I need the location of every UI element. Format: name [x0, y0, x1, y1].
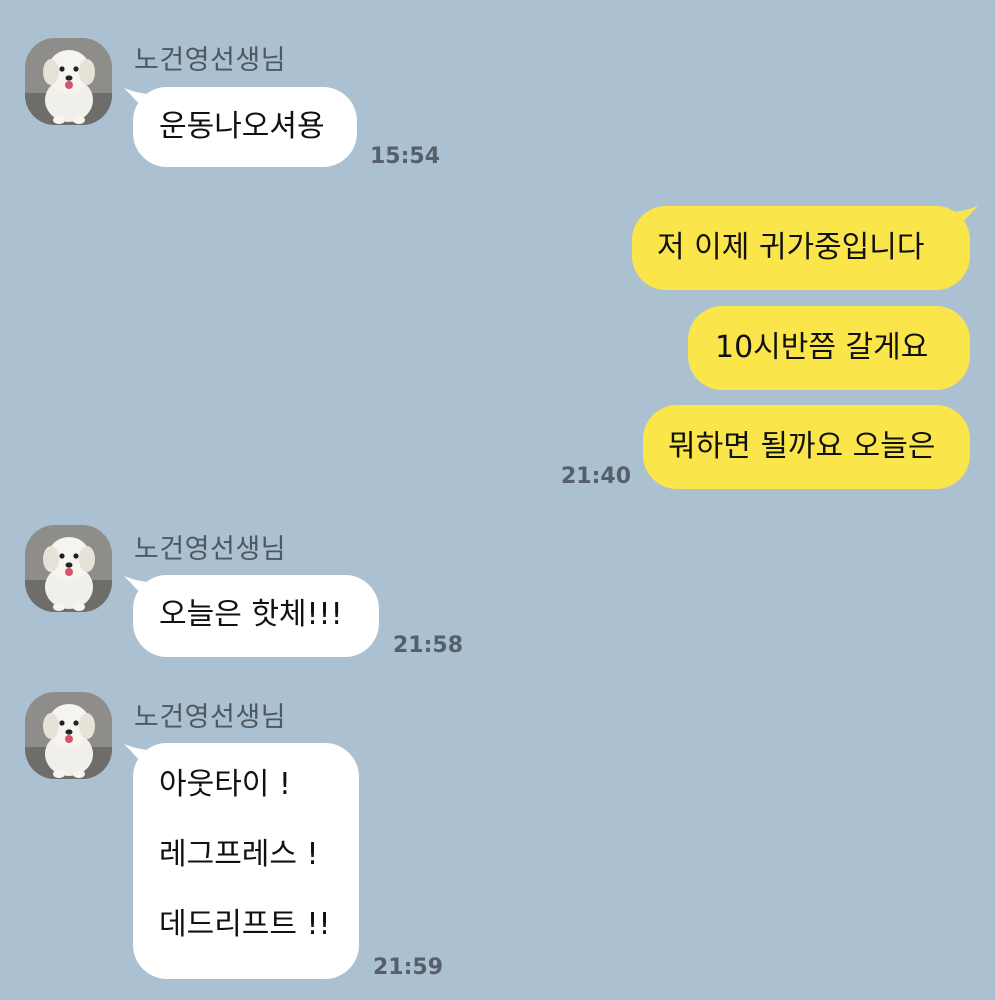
- dog-photo-icon: [25, 692, 112, 779]
- message-bubble[interactable]: 저 이제 귀가중입니다: [632, 206, 970, 290]
- message-text-line: 레그프레스 !: [159, 837, 319, 872]
- message-timestamp: 21:58: [393, 633, 464, 658]
- message-text: 운동나오셔용: [159, 109, 325, 144]
- chat-message-list[interactable]: 노건영선생님 운동나오셔용 15:54 저 이제 귀가중입니다 10시반쯤 갈게…: [0, 0, 995, 1000]
- dog-photo-icon: [25, 525, 112, 612]
- message-text-line: 아웃타이 !: [159, 767, 291, 802]
- message-timestamp: 21:59: [373, 955, 444, 980]
- sender-avatar[interactable]: [25, 525, 112, 612]
- message-bubble[interactable]: 운동나오셔용: [133, 87, 357, 167]
- message-text: 저 이제 귀가중입니다: [657, 230, 925, 265]
- message-bubble[interactable]: 10시반쯤 갈게요: [688, 306, 970, 390]
- sender-name: 노건영선생님: [134, 45, 287, 76]
- sender-name: 노건영선생님: [134, 702, 287, 733]
- message-timestamp: 15:54: [370, 144, 441, 169]
- message-timestamp: 21:40: [561, 464, 632, 489]
- message-bubble[interactable]: 오늘은 핫체!!!: [133, 575, 379, 657]
- message-text: 10시반쯤 갈게요: [715, 330, 929, 365]
- message-bubble[interactable]: 뭐하면 될까요 오늘은: [643, 405, 970, 489]
- message-text: 뭐하면 될까요 오늘은: [668, 429, 936, 464]
- message-text-line: 데드리프트 !!: [159, 907, 331, 942]
- sender-avatar[interactable]: [25, 692, 112, 779]
- sender-avatar[interactable]: [25, 38, 112, 125]
- message-text: 오늘은 핫체!!!: [159, 597, 343, 632]
- bubble-tail: [952, 206, 978, 232]
- message-bubble[interactable]: 아웃타이 ! 레그프레스 ! 데드리프트 !!: [133, 743, 359, 979]
- sender-name: 노건영선생님: [134, 534, 287, 565]
- dog-photo-icon: [25, 38, 112, 125]
